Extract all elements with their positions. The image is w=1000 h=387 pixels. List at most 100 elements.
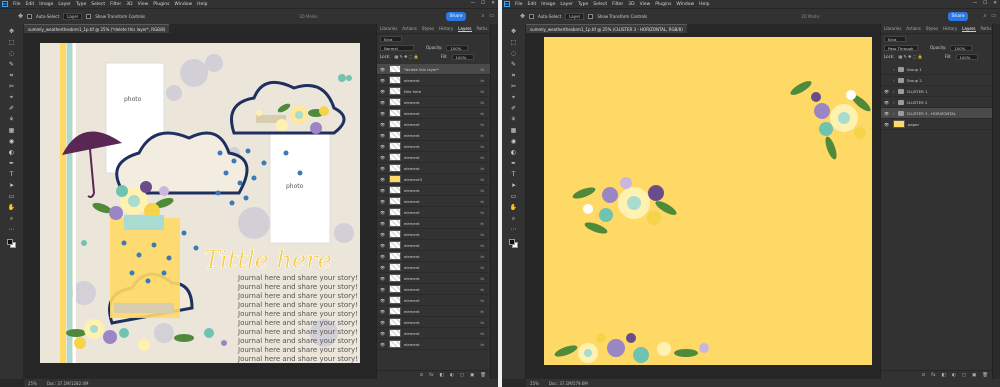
visibility-eye-icon[interactable]: 👁	[379, 133, 386, 138]
zoom-tool-icon[interactable]: ⌕	[512, 215, 515, 223]
healing-tool-icon[interactable]: ✐	[9, 105, 14, 113]
move-tool-icon[interactable]: ✥	[511, 28, 516, 36]
scrapbook-layout-canvas[interactable]: photo photo Tittle here Journal here and…	[24, 33, 376, 378]
visibility-eye-icon[interactable]: 👁	[379, 265, 386, 270]
visibility-eye-icon[interactable]: 👁	[883, 122, 890, 127]
path-selection-tool-icon[interactable]: ➤	[511, 182, 516, 190]
layer-row[interactable]: 👁 › CLUSTER 2	[881, 97, 992, 108]
layer-name[interactable]: element	[404, 342, 420, 347]
layer-name[interactable]: element	[404, 111, 420, 116]
menu-image[interactable]: Image	[541, 2, 555, 7]
chevron-right-icon[interactable]: ›	[893, 100, 895, 105]
layer-row[interactable]: 👁 element fx	[377, 251, 490, 262]
visibility-eye-icon[interactable]: 👁	[379, 89, 386, 94]
layer-name[interactable]: element	[404, 78, 420, 83]
collapsed-panel-strip[interactable]	[992, 24, 1000, 379]
menu-select[interactable]: Select	[593, 2, 607, 7]
layer-name[interactable]: paper	[908, 122, 919, 127]
shape-tool-icon[interactable]: ▭	[9, 193, 15, 201]
pen-tool-icon[interactable]: ✒	[511, 160, 516, 168]
layer-name[interactable]: element	[404, 122, 420, 127]
layer-name[interactable]: element	[404, 188, 420, 193]
menu-3d[interactable]: 3D	[628, 2, 634, 7]
layer-style-icon[interactable]: fx	[429, 373, 433, 378]
visibility-eye-icon[interactable]: 👁	[379, 254, 386, 259]
maximize-icon[interactable]: ☐	[983, 1, 987, 6]
layer-row[interactable]: 👁 element fx	[377, 306, 490, 317]
fx-icon[interactable]: fx	[480, 89, 484, 94]
tab-styles[interactable]: Styles	[926, 26, 938, 31]
menu-file[interactable]: File	[515, 2, 523, 7]
menu-type[interactable]: Type	[578, 2, 588, 7]
layer-name[interactable]: element	[404, 243, 420, 248]
menu-layer[interactable]: Layer	[58, 2, 71, 7]
fx-icon[interactable]: fx	[480, 221, 484, 226]
clone-stamp-tool-icon[interactable]: ▦	[511, 127, 517, 135]
layer-name[interactable]: element	[404, 155, 420, 160]
menu-layer[interactable]: Layer	[560, 2, 573, 7]
menu-help[interactable]: Help	[197, 2, 207, 7]
layer-name[interactable]: element	[404, 298, 420, 303]
layer-row[interactable]: 👁 element fx	[377, 218, 490, 229]
menu-window[interactable]: Window	[676, 2, 694, 7]
healing-tool-icon[interactable]: ✐	[511, 105, 516, 113]
visibility-eye-icon[interactable]: 👁	[379, 221, 386, 226]
layer-row[interactable]: 👁 *delete this layer* fx	[377, 64, 490, 75]
document-tab[interactable]: summly_weatherthesbrm1_1p.tif @ 25% (*de…	[24, 24, 170, 33]
menu-edit[interactable]: Edit	[528, 2, 537, 7]
auto-select-checkbox[interactable]	[529, 14, 535, 19]
color-swatches[interactable]	[508, 239, 519, 249]
layer-name[interactable]: element3	[404, 177, 422, 182]
layer-row[interactable]: 👁 element fx	[377, 108, 490, 119]
auto-select-target-dropdown[interactable]: Layer	[565, 13, 585, 20]
chevron-right-icon[interactable]: ›	[893, 78, 895, 83]
menu-help[interactable]: Help	[699, 2, 709, 7]
fill-field[interactable]: 100%	[451, 53, 474, 60]
layer-row[interactable]: 👁 element fx	[377, 273, 490, 284]
new-group-icon[interactable]: ▢	[460, 373, 464, 378]
layer-name[interactable]: CLUSTER 3 - HORIZONTAL	[907, 111, 956, 116]
fx-icon[interactable]: fx	[480, 122, 484, 127]
fx-icon[interactable]: fx	[480, 100, 484, 105]
zoom-level[interactable]: 25%	[530, 381, 539, 386]
menu-view[interactable]: View	[138, 2, 149, 7]
fx-icon[interactable]: fx	[480, 232, 484, 237]
layer-name[interactable]: element	[404, 331, 420, 336]
auto-select-checkbox[interactable]	[27, 14, 33, 19]
menu-file[interactable]: File	[13, 2, 21, 7]
layer-row[interactable]: 👁 title here fx	[377, 86, 490, 97]
fx-icon[interactable]: fx	[480, 298, 484, 303]
visibility-eye-icon[interactable]: 👁	[379, 199, 386, 204]
layer-row[interactable]: 👁 element fx	[377, 229, 490, 240]
layer-row[interactable]: 👁 › CLUSTER 3 - HORIZONTAL	[881, 108, 992, 119]
crop-tool-icon[interactable]: ⌗	[10, 72, 13, 80]
lock-icons[interactable]: ▦ ✎ ✥ ⬚ 🔒	[394, 54, 418, 59]
menu-image[interactable]: Image	[39, 2, 53, 7]
layer-name[interactable]: element	[404, 265, 420, 270]
fx-icon[interactable]: fx	[480, 166, 484, 171]
layer-name[interactable]: element	[404, 199, 420, 204]
fx-icon[interactable]: fx	[480, 342, 484, 347]
search-icon[interactable]: ⌕	[983, 13, 986, 19]
crop-tool-icon[interactable]: ⌗	[512, 72, 515, 80]
layer-name[interactable]: Group 2	[907, 78, 922, 83]
move-tool-icon[interactable]: ✥	[18, 13, 23, 20]
visibility-eye-icon[interactable]: 👁	[379, 155, 386, 160]
fx-icon[interactable]: fx	[480, 276, 484, 281]
canvas-area[interactable]	[526, 33, 880, 378]
lasso-tool-icon[interactable]: ◌	[511, 50, 516, 58]
minimize-icon[interactable]: —	[973, 1, 978, 6]
visibility-eye-icon[interactable]: 👁	[379, 111, 386, 116]
visibility-eye-icon[interactable]: 👁	[379, 210, 386, 215]
layer-row[interactable]: 👁 element fx	[377, 262, 490, 273]
visibility-eye-icon[interactable]: 👁	[379, 287, 386, 292]
layer-name[interactable]: Group 1	[907, 67, 922, 72]
layer-name[interactable]: element	[404, 320, 420, 325]
layer-row[interactable]: 👁 element fx	[377, 130, 490, 141]
tab-history[interactable]: History	[439, 26, 453, 31]
workspace-icon[interactable]: ▭	[489, 13, 494, 19]
hand-tool-icon[interactable]: ✋	[8, 204, 15, 212]
visibility-eye-icon[interactable]: 👁	[379, 100, 386, 105]
visibility-eye-icon[interactable]: 👁	[379, 166, 386, 171]
visibility-eye-icon[interactable]: 👁	[379, 67, 386, 72]
